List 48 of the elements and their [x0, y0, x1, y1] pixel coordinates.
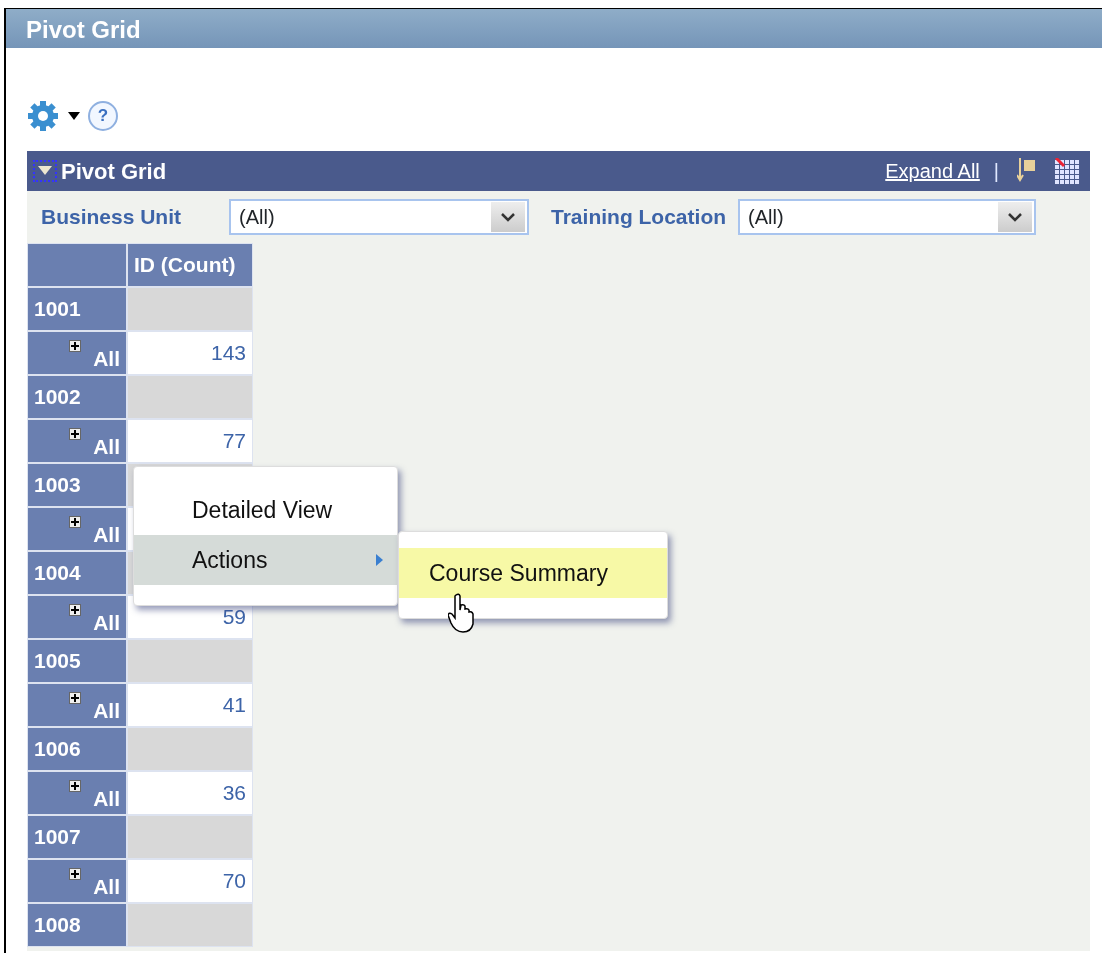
filter-label: Training Location: [551, 204, 727, 231]
expand-icon[interactable]: [69, 603, 82, 616]
separator: |: [993, 159, 999, 184]
expand-icon[interactable]: [69, 691, 82, 704]
row-header: All: [93, 786, 120, 810]
row-header: 1008: [27, 903, 127, 947]
row-header: All: [93, 610, 120, 634]
count-link[interactable]: 36: [222, 781, 246, 805]
dropdown-field[interactable]: (All): [229, 199, 530, 235]
help-icon[interactable]: ?: [88, 100, 118, 131]
menu-item[interactable]: Detailed View: [134, 485, 397, 535]
row-header: 1001: [27, 287, 127, 331]
dropdown-caret-icon[interactable]: [491, 202, 526, 232]
row-header: All: [93, 434, 120, 458]
count-link[interactable]: 70: [222, 869, 246, 893]
row-header: All: [93, 346, 120, 370]
caret-icon[interactable]: [68, 111, 80, 120]
count-link[interactable]: 59: [222, 605, 246, 629]
count-link[interactable]: 41: [222, 693, 246, 717]
grid-icon[interactable]: [1055, 157, 1080, 185]
menu-item[interactable]: Course Summary: [399, 548, 667, 598]
row-header: 1006: [27, 727, 127, 771]
filter-label: Business Unit: [41, 204, 182, 231]
count-link[interactable]: 143: [210, 341, 246, 365]
row-header: All: [93, 522, 120, 546]
expand-icon[interactable]: [69, 515, 82, 528]
row-header: 1003: [27, 463, 127, 507]
collapse-toggle-icon[interactable]: [33, 160, 57, 182]
settings-icon[interactable]: [26, 98, 60, 133]
pin-icon[interactable]: [1017, 158, 1037, 184]
row-header: All: [93, 874, 120, 898]
column-header: ID (Count): [127, 243, 253, 287]
panel-title: Pivot Grid: [61, 157, 167, 186]
count-link[interactable]: 77: [222, 429, 246, 453]
window-title: Pivot Grid: [6, 9, 1102, 48]
expand-icon[interactable]: [69, 779, 82, 792]
expand-icon[interactable]: [69, 339, 82, 352]
row-header: 1007: [27, 815, 127, 859]
row-header: 1005: [27, 639, 127, 683]
expand-icon[interactable]: [69, 867, 82, 880]
expand-all-link[interactable]: Expand All: [885, 156, 980, 186]
menu-item[interactable]: Actions: [134, 535, 397, 585]
dropdown-caret-icon[interactable]: [998, 202, 1033, 232]
dropdown-field[interactable]: (All): [738, 199, 1037, 235]
row-header: 1004: [27, 551, 127, 595]
row-header: 1002: [27, 375, 127, 419]
row-header: All: [93, 698, 120, 722]
expand-icon[interactable]: [69, 427, 82, 440]
